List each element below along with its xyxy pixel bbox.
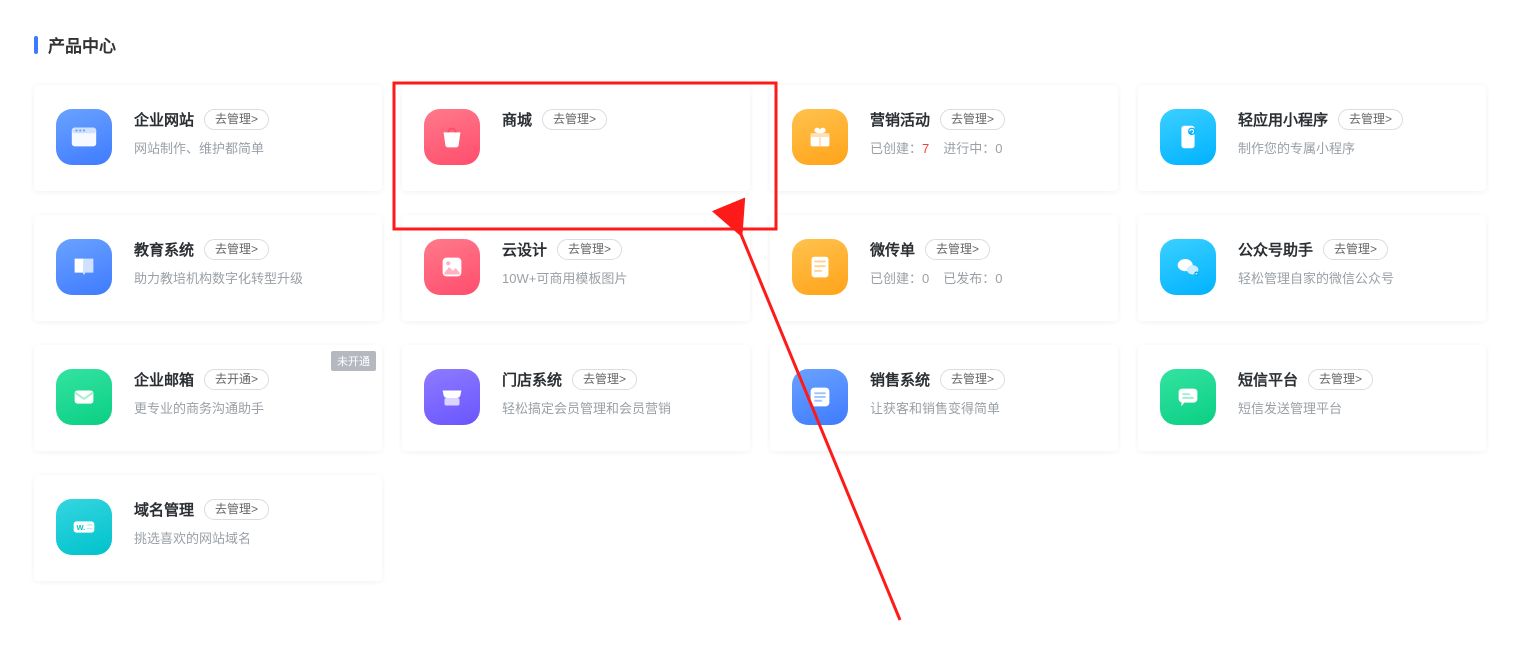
card-wechat[interactable]: 公众号助手 去管理> 轻松管理自家的微信公众号 xyxy=(1138,215,1486,321)
stat-created-value: 0 xyxy=(922,271,929,286)
manage-button[interactable]: 去管理> xyxy=(572,369,637,390)
card-store[interactable]: 门店系统 去管理> 轻松搞定会员管理和会员营销 xyxy=(402,345,750,451)
mail-icon xyxy=(56,369,112,425)
card-subtitle: 挑选喜欢的网站域名 xyxy=(134,530,360,548)
stat-running-value: 0 xyxy=(995,141,1002,156)
card-flyer[interactable]: 微传单 去管理> 已创建：0已发布：0 xyxy=(770,215,1118,321)
stat-published-label: 已发布： xyxy=(943,271,995,286)
card-title: 企业邮箱 xyxy=(134,369,194,390)
product-grid: 企业网站 去管理> 网站制作、维护都简单 商城 去管理> xyxy=(34,85,1484,581)
card-title: 企业网站 xyxy=(134,109,194,130)
miniapp-icon xyxy=(1160,109,1216,165)
card-title: 域名管理 xyxy=(134,499,194,520)
manage-button[interactable]: 去管理> xyxy=(1308,369,1373,390)
marketing-icon xyxy=(792,109,848,165)
card-subtitle: 让获客和销售变得简单 xyxy=(870,400,1096,418)
section-title: 产品中心 xyxy=(48,32,116,57)
stat-running-label: 进行中： xyxy=(943,141,995,156)
card-subtitle: 10W+可商用模板图片 xyxy=(502,270,728,288)
design-icon xyxy=(424,239,480,295)
manage-button[interactable]: 去管理> xyxy=(940,369,1005,390)
card-marketing[interactable]: 营销活动 去管理> 已创建：7 进行中：0 xyxy=(770,85,1118,191)
manage-button[interactable]: 去管理> xyxy=(1338,109,1403,130)
card-subtitle: 轻松管理自家的微信公众号 xyxy=(1238,270,1464,288)
manage-button[interactable]: 去管理> xyxy=(1323,239,1388,260)
status-badge: 未开通 xyxy=(331,351,376,371)
card-subtitle: 轻松搞定会员管理和会员营销 xyxy=(502,400,728,418)
svg-text:W.: W. xyxy=(77,523,86,532)
card-subtitle: 已创建：7 进行中：0 xyxy=(870,140,1096,158)
card-title: 云设计 xyxy=(502,239,547,260)
website-icon xyxy=(56,109,112,165)
section-header: 产品中心 xyxy=(34,32,1484,57)
card-title: 轻应用小程序 xyxy=(1238,109,1328,130)
card-title: 营销活动 xyxy=(870,109,930,130)
stat-created-label: 已创建： xyxy=(870,271,922,286)
card-title: 销售系统 xyxy=(870,369,930,390)
store-icon xyxy=(424,369,480,425)
manage-button[interactable]: 去管理> xyxy=(204,499,269,520)
card-miniapp[interactable]: 轻应用小程序 去管理> 制作您的专属小程序 xyxy=(1138,85,1486,191)
section-title-accent xyxy=(34,36,38,54)
card-subtitle: 已创建：0已发布：0 xyxy=(870,270,1096,288)
activate-button[interactable]: 去开通> xyxy=(204,369,269,390)
flyer-icon xyxy=(792,239,848,295)
wechat-icon xyxy=(1160,239,1216,295)
manage-button[interactable]: 去管理> xyxy=(542,109,607,130)
card-subtitle: 助力教培机构数字化转型升级 xyxy=(134,270,360,288)
card-subtitle: 制作您的专属小程序 xyxy=(1238,140,1464,158)
card-design[interactable]: 云设计 去管理> 10W+可商用模板图片 xyxy=(402,215,750,321)
manage-button[interactable]: 去管理> xyxy=(925,239,990,260)
domain-icon: W. xyxy=(56,499,112,555)
manage-button[interactable]: 去管理> xyxy=(940,109,1005,130)
stat-created-value: 7 xyxy=(922,141,929,156)
manage-button[interactable]: 去管理> xyxy=(204,239,269,260)
card-title: 门店系统 xyxy=(502,369,562,390)
sms-icon xyxy=(1160,369,1216,425)
education-icon xyxy=(56,239,112,295)
card-sales[interactable]: 销售系统 去管理> 让获客和销售变得简单 xyxy=(770,345,1118,451)
card-title: 短信平台 xyxy=(1238,369,1298,390)
card-subtitle: 短信发送管理平台 xyxy=(1238,400,1464,418)
manage-button[interactable]: 去管理> xyxy=(204,109,269,130)
sales-icon xyxy=(792,369,848,425)
card-subtitle: 更专业的商务沟通助手 xyxy=(134,400,360,418)
card-mail[interactable]: 未开通 企业邮箱 去开通> 更专业的商务沟通助手 xyxy=(34,345,382,451)
manage-button[interactable]: 去管理> xyxy=(557,239,622,260)
card-title: 公众号助手 xyxy=(1238,239,1313,260)
stat-created-label: 已创建： xyxy=(870,141,922,156)
card-title: 微传单 xyxy=(870,239,915,260)
card-sms[interactable]: 短信平台 去管理> 短信发送管理平台 xyxy=(1138,345,1486,451)
mall-icon xyxy=(424,109,480,165)
card-title: 教育系统 xyxy=(134,239,194,260)
card-domain[interactable]: W. 域名管理 去管理> 挑选喜欢的网站域名 xyxy=(34,475,382,581)
card-education[interactable]: 教育系统 去管理> 助力教培机构数字化转型升级 xyxy=(34,215,382,321)
card-website[interactable]: 企业网站 去管理> 网站制作、维护都简单 xyxy=(34,85,382,191)
card-subtitle: 网站制作、维护都简单 xyxy=(134,140,360,158)
card-mall[interactable]: 商城 去管理> xyxy=(402,85,750,191)
card-title: 商城 xyxy=(502,109,532,130)
stat-published-value: 0 xyxy=(995,271,1002,286)
